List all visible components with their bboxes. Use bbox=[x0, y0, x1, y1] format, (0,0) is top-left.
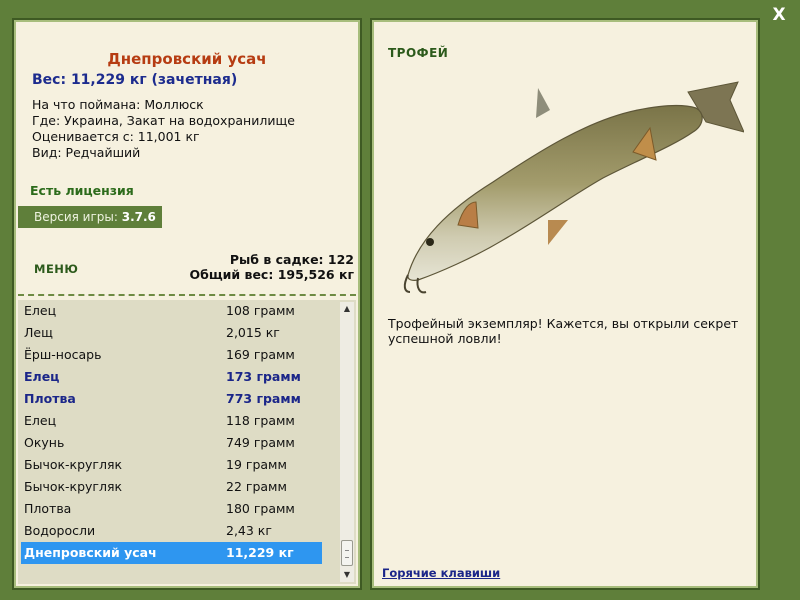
list-item[interactable]: Елец 108 грамм bbox=[18, 300, 338, 322]
list-item[interactable]: Плотва 180 грамм bbox=[18, 498, 338, 520]
list-item[interactable]: Бычок-кругляк 22 грамм bbox=[18, 476, 338, 498]
list-item[interactable]: Бычок-кругляк 19 грамм bbox=[18, 454, 338, 476]
total-weight: Общий вес: 195,526 кг bbox=[189, 267, 355, 282]
catch-weight: 749 грамм bbox=[226, 435, 295, 450]
arrow-down-icon[interactable]: ▼ bbox=[340, 568, 354, 582]
fish-count: Рыб в садке: 122 bbox=[229, 252, 354, 267]
fish-weight: Вес: 11,229 кг (зачетная) bbox=[32, 72, 238, 88]
scrollbar[interactable]: ▲ ▼ bbox=[340, 302, 354, 582]
fish-name: Днепровский усач bbox=[107, 50, 267, 68]
list-item[interactable]: Ёрш-носарь 169 грамм bbox=[18, 344, 338, 366]
catch-weight: 2,43 кг bbox=[226, 523, 272, 538]
catch-name: Водоросли bbox=[24, 523, 96, 538]
catch-weight: 19 грамм bbox=[226, 457, 287, 472]
menu-button[interactable]: МЕНЮ bbox=[34, 262, 78, 276]
catch-name: Окунь bbox=[24, 435, 65, 450]
list-item[interactable]: Лещ 2,015 кг bbox=[18, 322, 338, 344]
trophy-description: Трофейный экземпляр! Кажется, вы открыли… bbox=[388, 316, 739, 346]
rated-from-line: Оценивается с: 11,001 кг bbox=[32, 129, 200, 144]
catch-weight: 11,229 кг bbox=[226, 545, 294, 560]
divider bbox=[18, 294, 356, 296]
arrow-up-icon[interactable]: ▲ bbox=[340, 302, 354, 316]
license-status: Есть лицензия bbox=[30, 183, 134, 198]
fish-details: На что поймана: Моллюск Где: Украина, За… bbox=[32, 97, 295, 161]
catch-name: Бычок-кругляк bbox=[24, 479, 123, 494]
catch-weight: 2,015 кг bbox=[226, 325, 280, 340]
catch-weight: 118 грамм bbox=[226, 413, 295, 428]
rarity-line: Вид: Редчайший bbox=[32, 145, 141, 160]
catch-weight: 22 грамм bbox=[226, 479, 287, 494]
catch-name: Лещ bbox=[24, 325, 53, 340]
catch-name: Елец bbox=[24, 413, 57, 428]
catch-weight: 108 грамм bbox=[226, 303, 295, 318]
catch-name: Ёрш-носарь bbox=[24, 347, 102, 362]
catch-weight: 173 грамм bbox=[226, 369, 301, 384]
catch-name: Бычок-кругляк bbox=[24, 457, 123, 472]
version-badge: Версия игры: 3.7.6 bbox=[18, 206, 162, 228]
scrollbar-thumb[interactable] bbox=[341, 540, 353, 566]
catch-name: Плотва bbox=[24, 501, 72, 516]
version-value: 3.7.6 bbox=[121, 210, 156, 224]
list-item[interactable]: Водоросли 2,43 кг bbox=[18, 520, 338, 542]
trophy-title: ТРОФЕЙ bbox=[388, 46, 449, 60]
catch-name: Елец bbox=[24, 369, 60, 384]
catch-name: Плотва bbox=[24, 391, 76, 406]
hotkeys-link[interactable]: Горячие клавиши bbox=[382, 566, 500, 580]
close-button[interactable]: X bbox=[768, 4, 790, 26]
catch-name: Днепровский усач bbox=[24, 545, 157, 560]
catch-weight: 180 грамм bbox=[226, 501, 295, 516]
catch-weight: 773 грамм bbox=[226, 391, 301, 406]
catch-stats: Рыб в садке: 122 Общий вес: 195,526 кг bbox=[190, 252, 355, 282]
info-panel: Днепровский усач Вес: 11,229 кг (зачетна… bbox=[12, 18, 362, 590]
list-item[interactable]: Елец 173 грамм bbox=[18, 366, 338, 388]
list-item[interactable]: Окунь 749 грамм bbox=[18, 432, 338, 454]
barbel-fish-image bbox=[403, 81, 744, 294]
list-item[interactable]: Елец 118 грамм bbox=[18, 410, 338, 432]
list-item-selected[interactable]: Днепровский усач 11,229 кг bbox=[21, 542, 322, 564]
caught-on-line: На что поймана: Моллюск bbox=[32, 97, 204, 112]
location-line: Где: Украина, Закат на водохранилище bbox=[32, 113, 295, 128]
trophy-panel: ТРОФЕЙ Трофейный экземпляр! Кажется, вы … bbox=[370, 18, 760, 590]
catch-name: Елец bbox=[24, 303, 57, 318]
version-label: Версия игры: bbox=[34, 210, 118, 224]
close-icon[interactable]: X bbox=[772, 5, 785, 25]
catch-list[interactable]: Елец 108 грамм Лещ 2,015 кг Ёрш-носарь 169 гр… bbox=[18, 300, 356, 584]
list-item[interactable]: Плотва 773 грамм bbox=[18, 388, 338, 410]
catch-list-rows: Елец 108 грамм Лещ 2,015 кг Ёрш-носарь 169 гр… bbox=[18, 300, 338, 564]
catch-weight: 169 грамм bbox=[226, 347, 295, 362]
